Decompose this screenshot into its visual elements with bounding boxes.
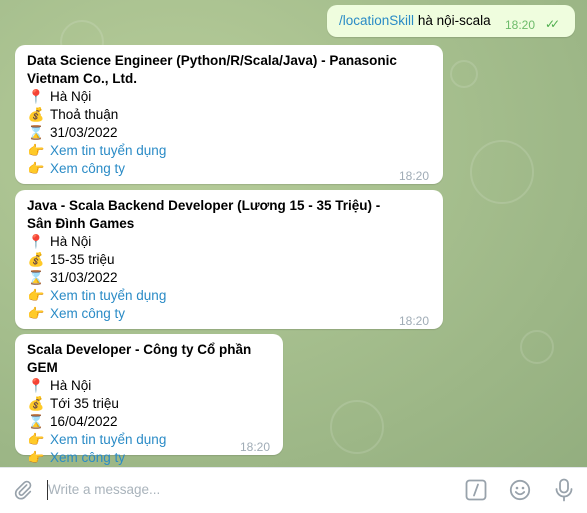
location-pin-icon: 📍 (27, 89, 45, 104)
hourglass-icon: ⌛ (27, 414, 45, 429)
view-company-link[interactable]: Xem công ty (50, 449, 125, 467)
job-title: Java - Scala Backend Developer (Lương 15… (27, 198, 381, 231)
job-location: Hà Nội (50, 89, 92, 104)
pointing-hand-icon: 👉 (27, 432, 45, 447)
job-deadline: 31/03/2022 (50, 270, 118, 285)
message-input[interactable]: Write a message... (48, 482, 160, 497)
view-job-link[interactable]: Xem tin tuyển dụng (50, 142, 166, 160)
hourglass-icon: ⌛ (27, 270, 45, 285)
location-pin-icon: 📍 (27, 378, 45, 393)
job-deadline: 31/03/2022 (50, 125, 118, 140)
job-salary: Thoả thuận (50, 107, 119, 122)
emoji-icon[interactable] (509, 479, 531, 506)
location-pin-icon: 📍 (27, 234, 45, 249)
money-bag-icon: 💰 (27, 396, 45, 411)
pointing-hand-icon: 👉 (27, 306, 45, 321)
view-company-link[interactable]: Xem công ty (50, 160, 125, 178)
background-doodle (520, 330, 554, 364)
hourglass-icon: ⌛ (27, 125, 45, 140)
message-time: 18:20 (399, 314, 430, 328)
background-doodle (470, 140, 534, 204)
job-salary: Tới 35 triệu (50, 396, 119, 411)
view-job-link[interactable]: Xem tin tuyển dụng (50, 287, 166, 305)
job-deadline: 16/04/2022 (50, 414, 118, 429)
pointing-hand-icon: 👉 (27, 288, 45, 303)
outgoing-message[interactable]: /locationSkill hà nội-scala 18:20 ✓✓ (327, 5, 575, 37)
job-title: Scala Developer - Công ty Cổ phần GEM (27, 342, 252, 375)
command-link[interactable]: /locationSkill (339, 13, 414, 28)
pointing-hand-icon: 👉 (27, 161, 45, 176)
message-time: 18:20 (399, 169, 430, 183)
money-bag-icon: 💰 (27, 107, 45, 122)
command-args: hà nội-scala (417, 13, 491, 28)
background-doodle (450, 60, 478, 88)
pointing-hand-icon: 👉 (27, 143, 45, 158)
message-time: 18:20 (505, 18, 536, 32)
pointing-hand-icon: 👉 (27, 450, 45, 465)
paperclip-icon[interactable] (12, 479, 34, 506)
job-location: Hà Nội (50, 234, 92, 249)
view-job-link[interactable]: Xem tin tuyển dụng (50, 431, 166, 449)
money-bag-icon: 💰 (27, 252, 45, 267)
job-location: Hà Nội (50, 378, 92, 393)
message-time: 18:20 (240, 440, 271, 454)
job-salary: 15-35 triệu (50, 252, 115, 267)
background-doodle (330, 400, 384, 454)
job-message: Scala Developer - Công ty Cổ phần GEM 📍 H… (15, 334, 283, 465)
job-message: Data Science Engineer (Python/R/Scala/Ja… (15, 45, 443, 184)
microphone-icon[interactable] (553, 478, 575, 507)
job-message: Java - Scala Backend Developer (Lương 15… (15, 190, 443, 329)
message-composer: Write a message... (0, 467, 587, 513)
view-company-link[interactable]: Xem công ty (50, 305, 125, 323)
job-title: Data Science Engineer (Python/R/Scala/Ja… (27, 53, 397, 86)
read-ticks-icon: ✓✓ (545, 17, 560, 31)
command-icon[interactable] (465, 479, 487, 506)
